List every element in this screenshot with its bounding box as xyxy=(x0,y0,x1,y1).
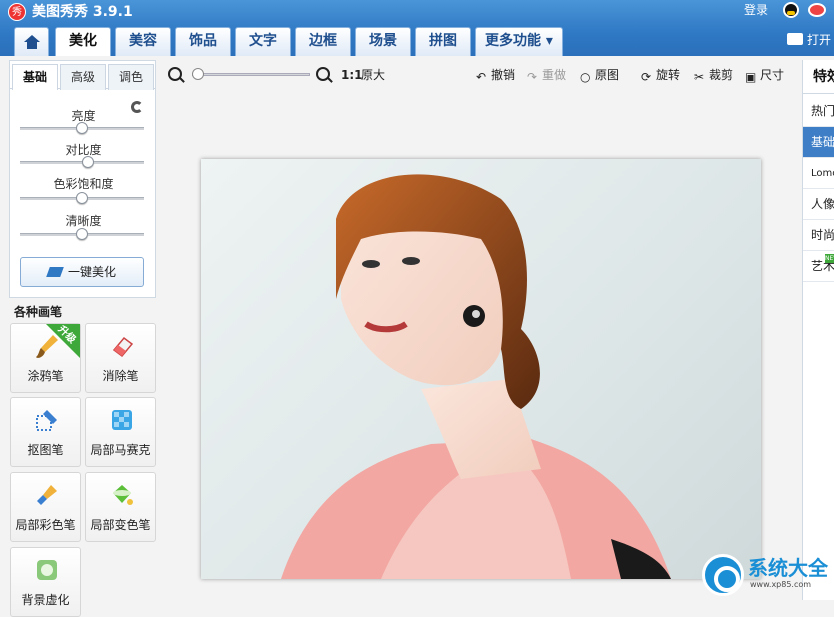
zoom-in-icon[interactable] xyxy=(316,67,330,81)
app-logo-icon: 秀 xyxy=(8,3,26,21)
original-label: 原图 xyxy=(595,68,620,82)
watermark-logo-icon xyxy=(702,554,744,596)
paint-bucket-icon xyxy=(113,485,133,505)
brightness-slider[interactable] xyxy=(20,122,144,134)
folder-icon xyxy=(787,33,803,45)
color-brush-button[interactable]: 局部彩色笔 xyxy=(10,472,81,542)
doodle-brush-label: 涂鸦笔 xyxy=(27,369,64,383)
title-bar: 秀 美图秀秀 3.9.1 登录 美化 美容 饰品 文字 边框 场景 拼图 更多功… xyxy=(0,0,834,56)
effects-panel: 特效 热门 基础 Lomo 人像 时尚 艺术 NEW xyxy=(802,60,834,600)
effect-hot[interactable]: 热门 xyxy=(803,96,834,127)
portrait-photo xyxy=(281,174,671,579)
effect-portrait[interactable]: 人像 xyxy=(803,189,834,220)
eraser-brush-button[interactable]: 消除笔 xyxy=(85,323,156,393)
bg-blur-button[interactable]: 背景虚化 xyxy=(10,547,81,617)
mosaic-brush-label: 局部马赛克 xyxy=(90,443,151,457)
open-button[interactable]: 打开 xyxy=(787,31,831,49)
one-click-label: 一键美化 xyxy=(67,265,116,279)
saturation-thumb[interactable] xyxy=(76,192,88,204)
contrast-label: 对比度 xyxy=(65,143,102,157)
contrast-thumb[interactable] xyxy=(82,156,95,168)
recolor-brush-label: 局部变色笔 xyxy=(90,518,151,532)
crop-label: 裁剪 xyxy=(709,68,734,82)
scissors-icon: ✂ xyxy=(694,70,705,84)
ratio-button[interactable]: 1:1 xyxy=(341,67,363,83)
mosaic-brush-button[interactable]: 局部马赛克 xyxy=(85,397,156,467)
sharpness-thumb[interactable] xyxy=(76,228,88,240)
tab-beautify[interactable]: 美化 xyxy=(55,27,111,56)
eraser-icon xyxy=(112,336,134,358)
watermark-url: www.xp85.com xyxy=(750,580,812,589)
watermark-name: 系统大全 xyxy=(748,556,828,580)
new-badge: NEW xyxy=(825,254,834,263)
home-icon xyxy=(23,35,40,49)
app-title: 美图秀秀 3.9.1 xyxy=(32,4,133,20)
resize-button[interactable]: ▣ 尺寸 xyxy=(745,67,785,84)
redo-icon: ↷ xyxy=(527,70,538,84)
eraser-brush-label: 消除笔 xyxy=(102,369,139,383)
effect-lomo[interactable]: Lomo xyxy=(803,158,834,189)
effects-title: 特效 xyxy=(803,60,834,94)
tab-more[interactable]: 更多功能 ▾ xyxy=(475,27,563,56)
zoom-thumb[interactable] xyxy=(191,68,204,80)
tab-border[interactable]: 边框 xyxy=(295,27,351,56)
tab-basic[interactable]: 基础 xyxy=(12,64,58,90)
rotate-label: 旋转 xyxy=(656,68,681,82)
login-link[interactable]: 登录 xyxy=(744,2,768,18)
tab-scene[interactable]: 场景 xyxy=(355,27,411,56)
zoom-out-icon[interactable] xyxy=(168,67,182,81)
color-brush-label: 局部彩色笔 xyxy=(15,518,76,532)
brushes-title: 各种画笔 xyxy=(14,305,63,319)
bg-blur-label: 背景虚化 xyxy=(21,593,70,607)
open-label: 打开 xyxy=(807,33,832,47)
brightness-thumb[interactable] xyxy=(76,122,88,134)
one-click-beautify-button[interactable]: 一键美化 xyxy=(20,257,144,287)
undo-button[interactable]: ↶ 撤销 xyxy=(476,67,516,84)
tab-advanced[interactable]: 高级 xyxy=(60,64,106,90)
adjust-tabs: 基础 高级 调色 xyxy=(10,61,155,90)
crop-button[interactable]: ✂ 裁剪 xyxy=(694,67,734,84)
cutout-icon xyxy=(36,410,57,431)
weibo-icon[interactable] xyxy=(808,3,826,17)
sharpness-label: 清晰度 xyxy=(65,214,102,228)
redo-button[interactable]: ↷ 重做 xyxy=(527,67,567,84)
paint-brush-icon xyxy=(37,485,57,505)
canvas-toolbar: 1:1 原大 ↶ 撤销 ↷ 重做 ○ 原图 ⟳ 旋转 ✂ 裁剪 ▣ 尺寸 xyxy=(160,60,800,90)
tab-home[interactable] xyxy=(14,27,49,56)
zoom-slider[interactable] xyxy=(192,73,310,76)
cutout-brush-button[interactable]: 抠图笔 xyxy=(10,397,81,467)
effect-fashion[interactable]: 时尚 xyxy=(803,220,834,251)
effect-basic[interactable]: 基础 xyxy=(803,127,834,158)
photo-canvas[interactable] xyxy=(201,159,761,579)
wand-icon xyxy=(46,267,64,277)
cutout-brush-label: 抠图笔 xyxy=(27,443,64,457)
tab-beauty[interactable]: 美容 xyxy=(115,27,171,56)
tab-color[interactable]: 调色 xyxy=(108,64,154,90)
tab-collage[interactable]: 拼图 xyxy=(415,27,471,56)
saturation-label: 色彩饱和度 xyxy=(53,177,114,191)
tab-accessories[interactable]: 饰品 xyxy=(175,27,231,56)
mosaic-icon xyxy=(112,410,132,430)
original-button[interactable]: ○ 原图 xyxy=(580,67,620,84)
undo-label: 撤销 xyxy=(491,68,516,82)
doodle-brush-button[interactable]: 升级 涂鸦笔 xyxy=(10,323,81,393)
blur-icon xyxy=(37,560,57,580)
original-size-button[interactable]: 原大 xyxy=(361,67,385,83)
circle-icon: ○ xyxy=(580,70,591,84)
sharpness-slider[interactable] xyxy=(20,228,144,240)
rotate-button[interactable]: ⟳ 旋转 xyxy=(641,67,681,84)
recolor-brush-button[interactable]: 局部变色笔 xyxy=(85,472,156,542)
undo-icon: ↶ xyxy=(476,70,487,84)
redo-label: 重做 xyxy=(542,68,567,82)
site-watermark: 系统大全 www.xp85.com xyxy=(698,550,834,599)
tab-text[interactable]: 文字 xyxy=(235,27,291,56)
resize-icon: ▣ xyxy=(745,70,757,84)
resize-label: 尺寸 xyxy=(760,68,785,82)
qq-icon[interactable] xyxy=(783,2,799,18)
rotate-icon: ⟳ xyxy=(641,70,652,84)
saturation-slider[interactable] xyxy=(20,192,144,204)
adjust-panel: 基础 高级 调色 亮度 对比度 色彩饱和度 清晰度 一键美化 xyxy=(9,60,156,298)
contrast-slider[interactable] xyxy=(20,156,144,168)
